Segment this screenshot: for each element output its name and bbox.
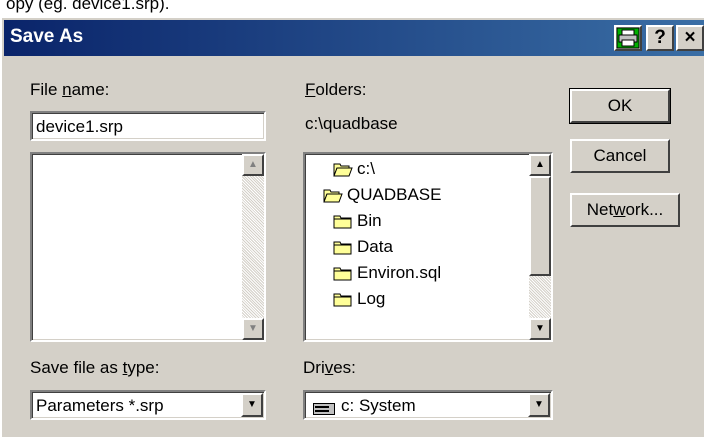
drives-label: Drives:	[303, 358, 356, 377]
scroll-down-icon[interactable]: ▼	[529, 318, 551, 340]
scroll-up-icon[interactable]: ▲	[242, 154, 264, 176]
file-name-label: File name:	[30, 80, 110, 99]
chevron-down-icon[interactable]: ▼	[241, 393, 263, 417]
save-type-dropdown[interactable]: Parameters *.srp ▼	[30, 390, 266, 420]
chevron-down-icon[interactable]: ▼	[528, 393, 550, 417]
folder-tree-scrollbar[interactable]: ▲ ▼	[529, 154, 551, 340]
folder-item-label: Bin	[357, 211, 382, 230]
drive-icon	[313, 400, 335, 420]
cancel-button[interactable]: Cancel	[570, 139, 670, 173]
scroll-thumb[interactable]	[529, 176, 551, 276]
current-path: c:\quadbase	[305, 114, 398, 133]
folder-item-label: Data	[357, 237, 393, 256]
save-as-dialog: Save As ? × File name: device1.srp ▲ ▼ F…	[0, 16, 704, 437]
folder-item-label: Environ.sql	[357, 263, 442, 282]
file-name-value: device1.srp	[36, 117, 123, 136]
title-bar[interactable]: Save As ? ×	[4, 20, 704, 56]
ok-button[interactable]: OK	[569, 88, 671, 124]
scroll-up-icon[interactable]: ▲	[529, 154, 551, 176]
file-list-scrollbar[interactable]: ▲ ▼	[242, 154, 264, 340]
drives-dropdown[interactable]: c: System ▼	[303, 390, 553, 420]
folder-item-label: c:\	[357, 159, 375, 178]
folder-tree[interactable]: c:\ QUADBASE Bin Data Environ.sql Log ▲ ▼	[303, 152, 553, 342]
printer-icon[interactable]	[614, 25, 642, 51]
file-name-input[interactable]: device1.srp	[30, 111, 266, 141]
file-list[interactable]: ▲ ▼	[30, 152, 266, 342]
scroll-down-icon[interactable]: ▼	[242, 318, 264, 340]
folder-item-label: QUADBASE	[347, 185, 442, 204]
network-button[interactable]: Network...	[570, 193, 680, 227]
help-button[interactable]: ?	[646, 25, 674, 51]
folders-label: Folders:	[305, 80, 367, 99]
drives-value: c: System	[341, 396, 416, 415]
save-type-value: Parameters *.srp	[36, 396, 164, 415]
close-button[interactable]: ×	[676, 25, 704, 51]
save-type-label: Save file as type:	[30, 358, 160, 377]
folder-item-label: Log	[357, 289, 386, 308]
background-text: opy (eg. device1.srp).	[6, 0, 170, 13]
dialog-title: Save As	[10, 26, 84, 47]
